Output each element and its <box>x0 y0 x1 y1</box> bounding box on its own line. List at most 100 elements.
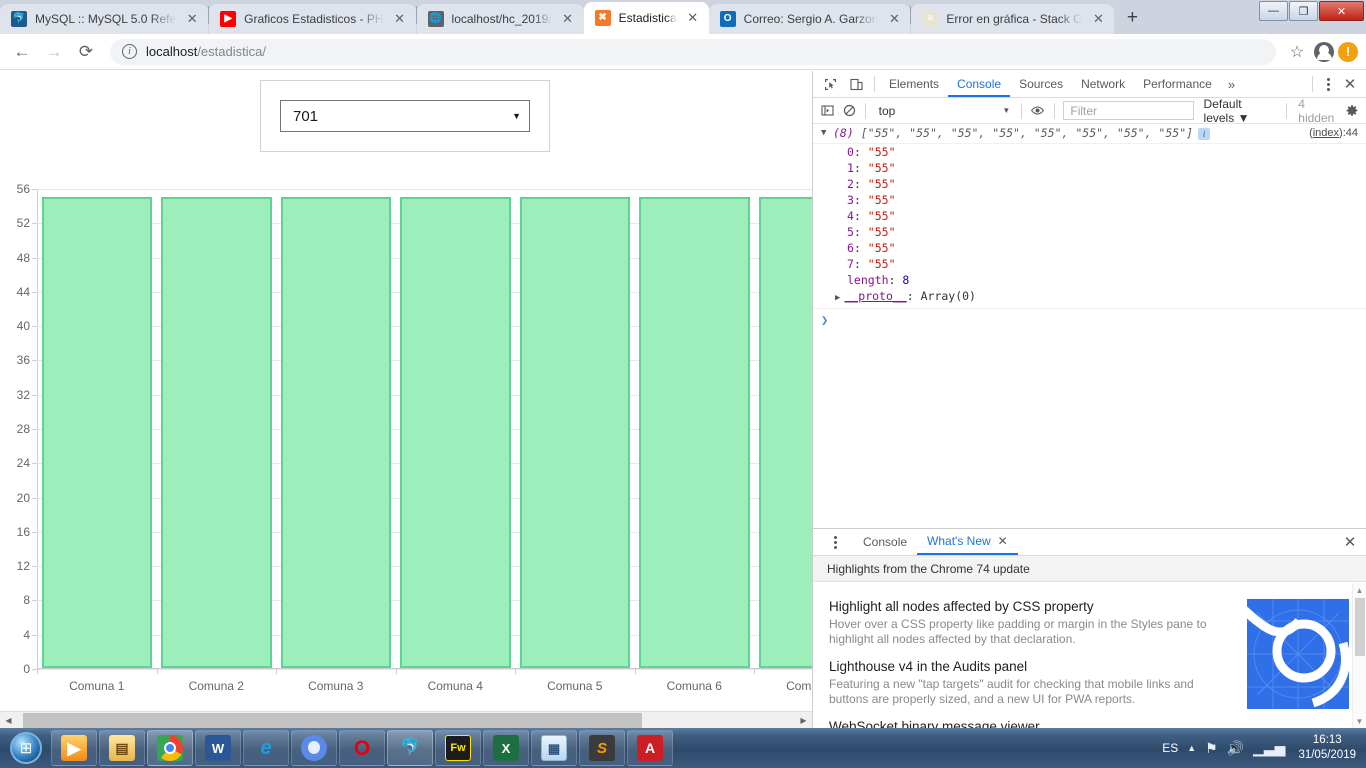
scrollbar-track[interactable] <box>17 712 795 729</box>
address-bar[interactable]: i localhost/estadistica/ <box>110 38 1276 65</box>
scroll-down-icon[interactable]: ▼ <box>1353 714 1366 728</box>
console-output: ▼ (8) ["55", "55", "55", "55", "55", "55… <box>813 124 1366 528</box>
chart-bar[interactable] <box>280 196 391 668</box>
taskbar-item-adobe-fireworks[interactable]: Fw <box>435 730 481 766</box>
scroll-left-icon[interactable]: ◀ <box>0 712 17 729</box>
console-prompt[interactable]: ❯ <box>813 308 1366 327</box>
device-toolbar-icon[interactable] <box>843 72 869 96</box>
info-badge-icon[interactable]: i <box>1198 127 1211 140</box>
whats-new-item[interactable]: Highlight all nodes affected by CSS prop… <box>829 599 1227 647</box>
inspect-element-icon[interactable] <box>817 72 843 96</box>
whats-new-content: Highlight all nodes affected by CSS prop… <box>813 583 1366 728</box>
tab-close-icon[interactable]: ✕ <box>390 9 410 29</box>
whats-new-item[interactable]: Lighthouse v4 in the Audits panel Featur… <box>829 659 1227 707</box>
page-info-icon[interactable]: i <box>122 44 137 59</box>
volume-icon[interactable]: 🔊 <box>1227 740 1244 757</box>
tab-close-icon[interactable]: ✕ <box>683 8 703 28</box>
tab-performance[interactable]: Performance <box>1134 71 1221 97</box>
comuna-select[interactable]: 701 ▼ <box>280 100 530 132</box>
disclosure-triangle-icon[interactable]: ▼ <box>821 125 833 141</box>
close-window-button[interactable]: ✕ <box>1319 1 1364 21</box>
taskbar-item-sublime-text[interactable]: S <box>579 730 625 766</box>
chart-bar[interactable] <box>758 196 812 668</box>
browser-tab-correo[interactable]: O Correo: Sergio A. Garzon ✕ <box>708 4 911 34</box>
more-options-icon[interactable] <box>1318 77 1338 91</box>
profile-avatar-icon[interactable] <box>1314 41 1334 62</box>
taskbar-item-internet-explorer[interactable]: e <box>243 730 289 766</box>
console-filter-input[interactable]: Filter <box>1063 101 1194 120</box>
tab-console[interactable]: Console <box>948 71 1011 97</box>
taskbar-item-mysql-workbench[interactable]: 🐬 <box>387 730 433 766</box>
scroll-right-icon[interactable]: ▶ <box>795 712 812 729</box>
whats-new-scrollbar[interactable]: ▲ ▼ <box>1352 583 1366 728</box>
chart-bar[interactable] <box>639 196 750 668</box>
clear-console-icon[interactable] <box>838 99 859 123</box>
drawer-tab-close-icon[interactable]: ✕ <box>998 528 1008 554</box>
tab-elements[interactable]: Elements <box>880 71 948 97</box>
tab-close-icon[interactable]: ✕ <box>182 9 202 29</box>
browser-tab-stackoverflow[interactable]: ≡ Error en gráfica - Stack O ✕ <box>911 4 1115 34</box>
chart-bar[interactable] <box>519 196 630 668</box>
taskbar-item-chromium[interactable] <box>291 730 337 766</box>
action-center-icon[interactable]: ⚑ <box>1205 740 1218 757</box>
chart-bar[interactable] <box>400 196 511 668</box>
more-tabs-icon[interactable]: » <box>1221 77 1242 92</box>
browser-tab-localhost-hc2019[interactable]: 🌐 localhost/hc_2019/ ✕ <box>416 4 584 34</box>
console-source-link[interactable]: (index):44 <box>1309 125 1358 141</box>
live-expression-eye-icon[interactable] <box>1027 99 1048 123</box>
proto-value: Array(0) <box>920 289 976 303</box>
forward-icon[interactable]: → <box>40 38 68 66</box>
tab-close-icon[interactable]: ✕ <box>558 9 578 29</box>
network-icon[interactable]: ▁▃▅ <box>1253 740 1285 757</box>
taskbar-item-opera[interactable]: O <box>339 730 385 766</box>
console-sidebar-toggle-icon[interactable] <box>817 99 838 123</box>
whats-new-item[interactable]: WebSocket binary message viewer <box>829 719 1227 728</box>
log-levels-select[interactable]: Default levels ▼ <box>1198 97 1282 125</box>
screen: 🐬 MySQL :: MySQL 5.0 Refe ✕ ▶ Graficos E… <box>0 0 1366 768</box>
disclosure-triangle-icon[interactable]: ▶ <box>835 293 840 303</box>
entry-value: "55" <box>867 177 896 191</box>
taskbar-item-microsoft-excel[interactable]: X <box>483 730 529 766</box>
gear-icon[interactable] <box>1342 104 1362 118</box>
tab-network[interactable]: Network <box>1072 71 1134 97</box>
browser-tab-mysql[interactable]: 🐬 MySQL :: MySQL 5.0 Refe ✕ <box>0 4 209 34</box>
taskbar-item-calculator[interactable]: ▦ <box>531 730 577 766</box>
taskbar-item-adobe-acrobat[interactable]: A <box>627 730 673 766</box>
tab-close-icon[interactable]: ✕ <box>884 9 904 29</box>
taskbar-clock[interactable]: 16:13 31/05/2019 <box>1294 733 1356 763</box>
devtools-close-icon[interactable]: ✕ <box>1338 72 1362 96</box>
chart-bar[interactable] <box>161 196 272 668</box>
tab-close-icon[interactable]: ✕ <box>1088 9 1108 29</box>
reload-icon[interactable]: ⟳ <box>72 38 100 66</box>
back-icon[interactable]: ← <box>8 38 36 66</box>
drawer-more-options-icon[interactable] <box>825 535 845 549</box>
drawer-tab-console[interactable]: Console <box>853 529 917 555</box>
filter-placeholder: Filter <box>1070 103 1098 118</box>
chrome-menu-update-icon[interactable]: ! <box>1338 41 1358 62</box>
show-hidden-icons[interactable]: ▲ <box>1187 743 1196 753</box>
array-proto[interactable]: ▶ __proto__: Array(0) <box>813 288 1366 306</box>
language-indicator[interactable]: ES <box>1162 741 1178 755</box>
taskbar-item-file-explorer[interactable]: ▤ <box>99 730 145 766</box>
console-array-summary[interactable]: ▼ (8) ["55", "55", "55", "55", "55", "55… <box>813 124 1366 144</box>
bookmark-star-icon[interactable]: ☆ <box>1284 39 1310 65</box>
tab-sources[interactable]: Sources <box>1010 71 1072 97</box>
execution-context-select[interactable]: top ▼ <box>871 104 1017 118</box>
browser-tab-youtube[interactable]: ▶ Graficos Estadisticos - PH ✕ <box>209 4 416 34</box>
drawer-tab-whats-new[interactable]: What's New ✕ <box>917 529 1018 555</box>
page-horizontal-scrollbar[interactable]: ◀ ▶ <box>0 711 812 728</box>
calculator-icon: ▦ <box>541 735 567 761</box>
browser-tab-estadistica[interactable]: ✖ Estadistica ✕ <box>583 2 709 34</box>
taskbar-item-microsoft-word[interactable]: W <box>195 730 241 766</box>
taskbar-item-windows-media-player[interactable]: ▶ <box>51 730 97 766</box>
scroll-up-icon[interactable]: ▲ <box>1353 583 1366 597</box>
chart-bar[interactable] <box>41 196 152 668</box>
taskbar-item-google-chrome[interactable] <box>147 730 193 766</box>
scrollbar-thumb[interactable] <box>23 712 642 728</box>
maximize-button[interactable]: ❐ <box>1289 1 1318 21</box>
start-button[interactable] <box>2 729 50 767</box>
minimize-button[interactable]: — <box>1259 1 1288 21</box>
scrollbar-thumb[interactable] <box>1355 598 1365 656</box>
drawer-close-icon[interactable]: ✕ <box>1338 530 1362 554</box>
new-tab-button[interactable]: + <box>1118 3 1146 31</box>
